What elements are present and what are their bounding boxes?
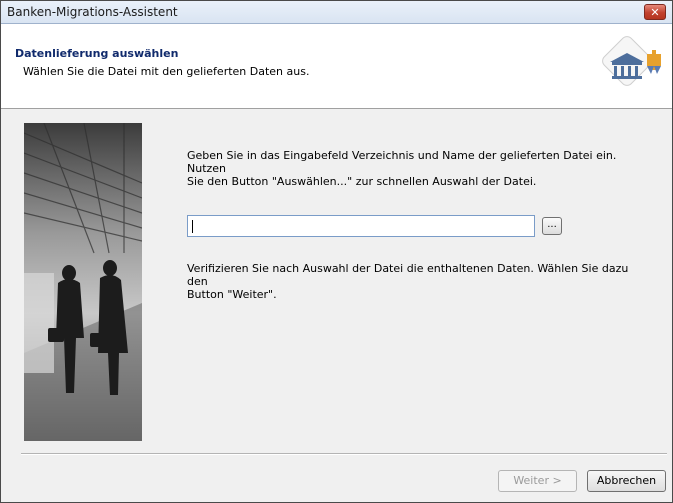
bank-migration-logo-icon [602, 36, 661, 86]
window-title: Banken-Migrations-Assistent [7, 5, 178, 19]
verify-text: Verifizieren Sie nach Auswahl der Datei … [187, 262, 637, 301]
text-caret [192, 220, 193, 233]
instruction-line-2: Sie den Button "Auswählen..." zur schnel… [187, 175, 537, 188]
wizard-header: Datenlieferung auswählen Wählen Sie die … [1, 24, 672, 109]
train-station-photo [24, 123, 142, 441]
instruction-text: Geben Sie in das Eingabefeld Verzeichnis… [187, 149, 637, 188]
instruction-line-1: Geben Sie in das Eingabefeld Verzeichnis… [187, 149, 617, 175]
page-subtitle: Wählen Sie die Datei mit den gelieferten… [23, 65, 310, 78]
next-button[interactable]: Weiter > [498, 470, 577, 492]
close-icon: ✕ [650, 6, 660, 19]
wizard-content: Geben Sie in das Eingabefeld Verzeichnis… [1, 109, 672, 454]
file-path-input[interactable] [187, 215, 535, 237]
browse-button[interactable]: ... [542, 217, 562, 235]
verify-line-2: Button "Weiter". [187, 288, 277, 301]
page-title: Datenlieferung auswählen [15, 47, 179, 60]
title-bar[interactable]: Banken-Migrations-Assistent ✕ [1, 1, 672, 24]
close-button[interactable]: ✕ [644, 4, 666, 20]
cancel-button[interactable]: Abbrechen [587, 470, 666, 492]
verify-line-1: Verifizieren Sie nach Auswahl der Datei … [187, 262, 629, 288]
wizard-window: Banken-Migrations-Assistent ✕ Datenliefe… [0, 0, 673, 503]
footer-divider [21, 453, 667, 455]
